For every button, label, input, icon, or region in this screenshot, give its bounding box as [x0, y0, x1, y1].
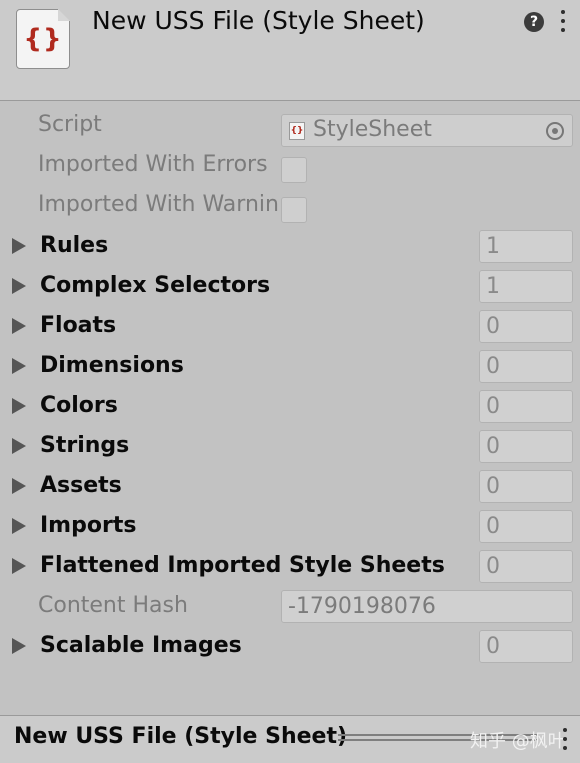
braces-icon: {} [23, 24, 63, 54]
kebab-menu-icon[interactable] [560, 10, 566, 34]
imported-with-errors-row: Imported With Errors [0, 146, 580, 186]
array-size-field[interactable]: 1 [479, 230, 573, 263]
imported-with-warnings-label: Imported With Warnin [38, 192, 279, 217]
array-row-assets[interactable]: Assets 0 [0, 467, 580, 507]
stylesheet-icon: {} [289, 122, 305, 140]
inspector-body: Script {} StyleSheet Imported With Error… [0, 101, 580, 715]
content-hash-field[interactable]: -1790198076 [281, 590, 573, 623]
array-row-imports[interactable]: Imports 0 [0, 507, 580, 547]
foldout-arrow-icon[interactable] [12, 358, 26, 374]
foldout-arrow-icon[interactable] [12, 518, 26, 534]
array-row-rules[interactable]: Rules 1 [0, 227, 580, 267]
array-label: Scalable Images [40, 633, 242, 658]
array-row-floats[interactable]: Floats 0 [0, 307, 580, 347]
array-row-colors[interactable]: Colors 0 [0, 387, 580, 427]
array-label: Strings [40, 433, 130, 458]
array-row-dimensions[interactable]: Dimensions 0 [0, 347, 580, 387]
array-size-field[interactable]: 0 [479, 470, 573, 503]
array-size-field[interactable]: 0 [479, 630, 573, 663]
array-label: Assets [40, 473, 122, 498]
imported-with-errors-label: Imported With Errors [38, 152, 268, 177]
array-row-scalable-images[interactable]: Scalable Images 0 [0, 627, 580, 667]
array-size-field[interactable]: 0 [479, 350, 573, 383]
array-label: Colors [40, 393, 118, 418]
foldout-arrow-icon[interactable] [12, 318, 26, 334]
array-label: Imports [40, 513, 137, 538]
kebab-menu-icon[interactable] [562, 728, 568, 752]
preview-bar: New USS File (Style Sheet) 知乎 @枫叶 [0, 715, 580, 763]
array-label: Floats [40, 313, 117, 338]
array-label: Complex Selectors [40, 273, 271, 298]
foldout-arrow-icon[interactable] [12, 398, 26, 414]
array-label: Rules [40, 233, 109, 258]
asset-title: New USS File (Style Sheet) [92, 6, 425, 35]
content-hash-row: Content Hash -1790198076 [0, 587, 580, 627]
imported-with-warnings-checkbox[interactable] [281, 197, 307, 223]
foldout-arrow-icon[interactable] [12, 478, 26, 494]
foldout-arrow-icon[interactable] [12, 438, 26, 454]
array-row-complex-selectors[interactable]: Complex Selectors 1 [0, 267, 580, 307]
array-row-flattened-imported-style-sheets[interactable]: Flattened Imported Style Sheets 0 [0, 547, 580, 587]
watermark-text: 知乎 @枫叶 [470, 731, 566, 752]
array-size-field[interactable]: 0 [479, 550, 573, 583]
array-size-field[interactable]: 0 [479, 510, 573, 543]
uss-file-icon: {} [16, 9, 70, 69]
imported-with-warnings-row: Imported With Warnin [0, 186, 580, 226]
page-fold [58, 9, 70, 21]
array-label: Dimensions [40, 353, 184, 378]
script-value: StyleSheet [313, 117, 432, 142]
foldout-arrow-icon[interactable] [12, 558, 26, 574]
foldout-arrow-icon[interactable] [12, 238, 26, 254]
array-size-field[interactable]: 0 [479, 430, 573, 463]
object-picker-icon[interactable] [546, 122, 564, 140]
inspector-header: {} New USS File (Style Sheet) ? [0, 0, 580, 101]
array-size-field[interactable]: 0 [479, 310, 573, 343]
script-row: Script {} StyleSheet [0, 106, 580, 147]
imported-with-errors-checkbox[interactable] [281, 157, 307, 183]
array-row-strings[interactable]: Strings 0 [0, 427, 580, 467]
script-object-field[interactable]: {} StyleSheet [281, 114, 573, 147]
script-label: Script [38, 112, 102, 137]
array-label: Flattened Imported Style Sheets [40, 553, 445, 578]
foldout-arrow-icon[interactable] [12, 638, 26, 654]
foldout-arrow-icon[interactable] [12, 278, 26, 294]
content-hash-label: Content Hash [38, 593, 188, 618]
preview-title: New USS File (Style Sheet) [14, 724, 348, 749]
help-icon[interactable]: ? [524, 12, 544, 32]
array-size-field[interactable]: 0 [479, 390, 573, 423]
array-size-field[interactable]: 1 [479, 270, 573, 303]
